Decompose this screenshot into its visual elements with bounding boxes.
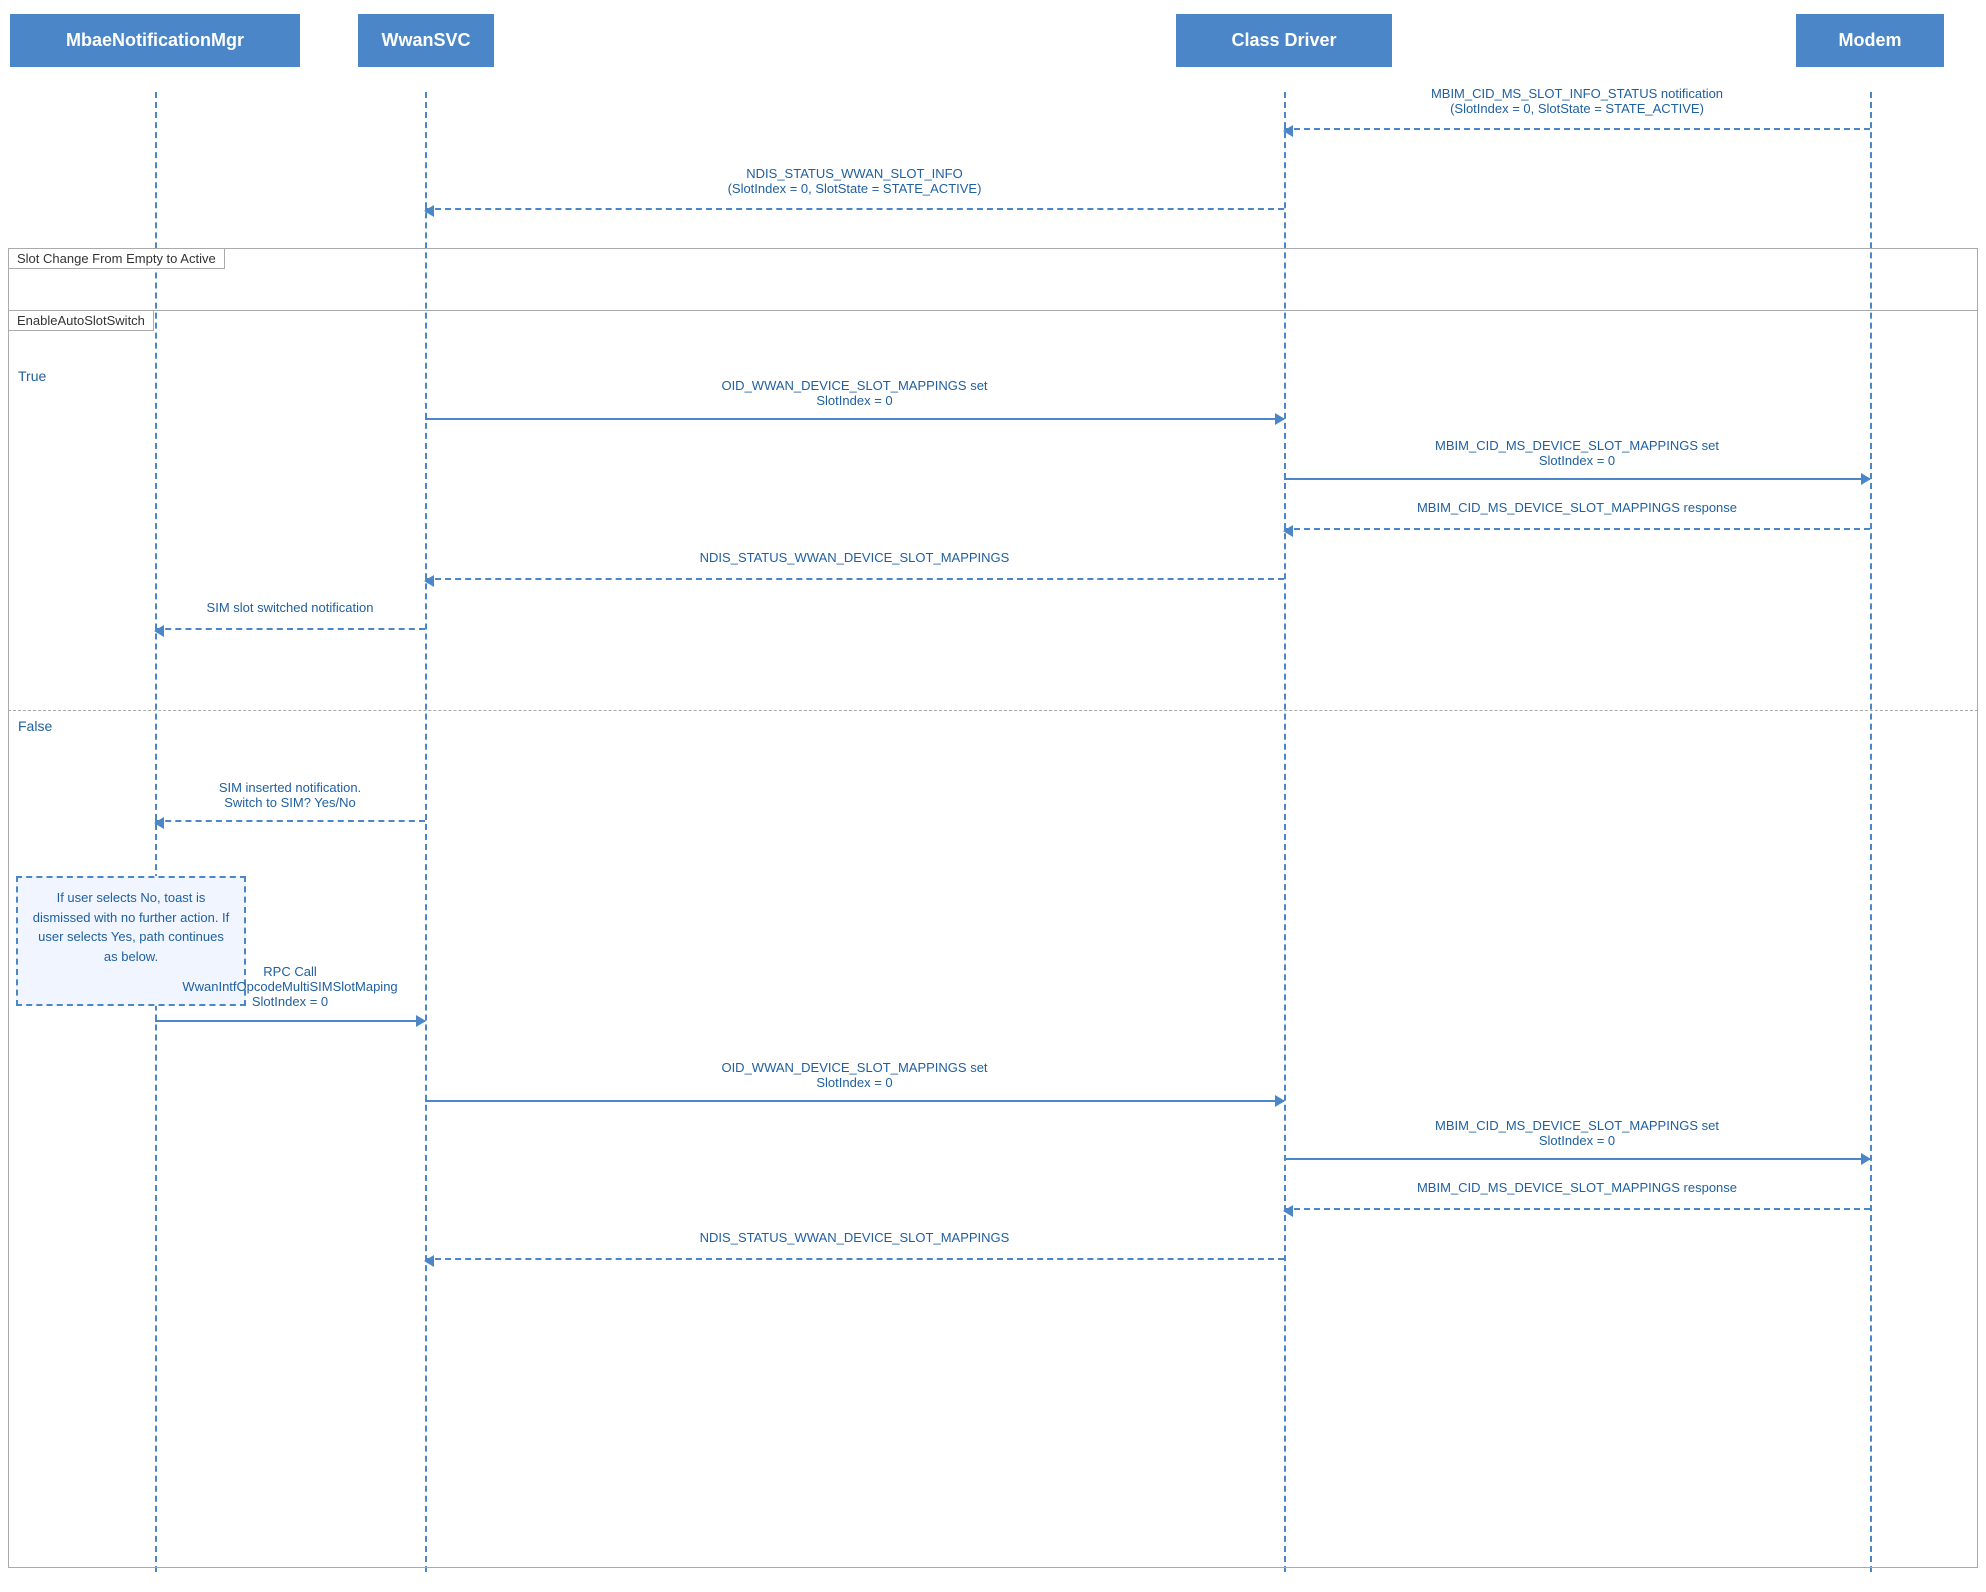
section-divider <box>8 710 1978 711</box>
msg-ndis-device-slot-mappings-2: NDIS_STATUS_WWAN_DEVICE_SLOT_MAPPINGS <box>425 1248 1284 1260</box>
msg-oid-wwan-device-slot-mappings-set-2: OID_WWAN_DEVICE_SLOT_MAPPINGS set SlotIn… <box>425 1090 1284 1102</box>
msg-mbim-device-slot-mappings-response-1: MBIM_CID_MS_DEVICE_SLOT_MAPPINGS respons… <box>1284 518 1870 530</box>
msg-ndis-wwan-slot-info: NDIS_STATUS_WWAN_SLOT_INFO (SlotIndex = … <box>425 198 1284 210</box>
msg-sim-slot-switched: SIM slot switched notification <box>155 618 425 630</box>
msg-ndis-device-slot-mappings-1: NDIS_STATUS_WWAN_DEVICE_SLOT_MAPPINGS <box>425 568 1284 580</box>
actor-mbae: MbaeNotificationMgr <box>10 14 300 67</box>
msg-rpc-call-wwanintf: RPC Call WwanIntfOpcodeMultiSIMSlotMapin… <box>155 1010 425 1022</box>
msg-mbim-device-slot-mappings-set-1: MBIM_CID_MS_DEVICE_SLOT_MAPPINGS set Slo… <box>1284 468 1870 480</box>
actor-wwan: WwanSVC <box>358 14 494 67</box>
fragment-slotchange-label: Slot Change From Empty to Active <box>8 248 225 269</box>
msg-mbim-slot-info-status: MBIM_CID_MS_SLOT_INFO_STATUS notificatio… <box>1284 118 1870 130</box>
msg-sim-inserted-notification: SIM inserted notification. Switch to SIM… <box>155 810 425 822</box>
msg-oid-wwan-device-slot-mappings-set-1: OID_WWAN_DEVICE_SLOT_MAPPINGS set SlotIn… <box>425 408 1284 420</box>
msg-mbim-device-slot-mappings-set-2: MBIM_CID_MS_DEVICE_SLOT_MAPPINGS set Slo… <box>1284 1148 1870 1160</box>
fragment-enableauto: EnableAutoSlotSwitch <box>8 310 1978 1568</box>
fragment-enableauto-label: EnableAutoSlotSwitch <box>8 310 154 331</box>
section-true-label: True <box>18 368 46 384</box>
actor-modem: Modem <box>1796 14 1944 67</box>
msg-mbim-device-slot-mappings-response-2: MBIM_CID_MS_DEVICE_SLOT_MAPPINGS respons… <box>1284 1198 1870 1210</box>
section-false-label: False <box>18 718 52 734</box>
sequence-diagram: MbaeNotificationMgr WwanSVC Class Driver… <box>0 0 1986 1592</box>
actor-classdriver: Class Driver <box>1176 14 1392 67</box>
